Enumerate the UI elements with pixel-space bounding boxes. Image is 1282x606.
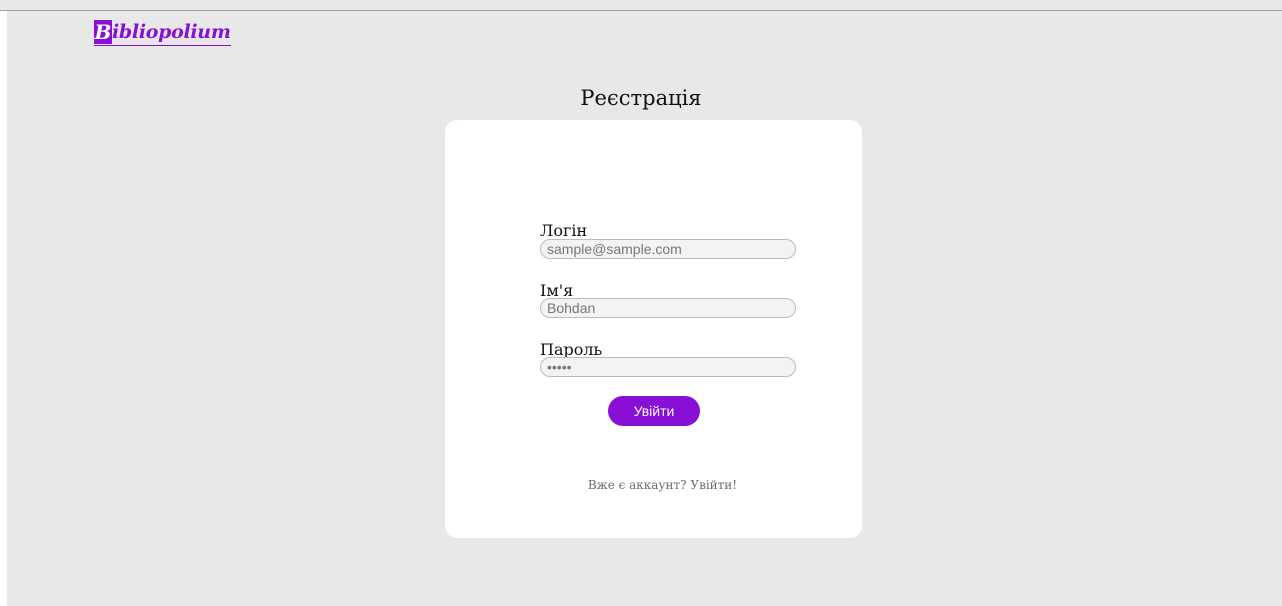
logo-text: ibliopolium — [112, 21, 231, 43]
login-label: Логін — [540, 221, 588, 240]
top-divider — [0, 10, 1282, 11]
name-input[interactable] — [540, 298, 796, 318]
password-input[interactable] — [540, 357, 796, 377]
page-title: Реєстрація — [580, 86, 702, 110]
site-logo[interactable]: B ibliopolium — [94, 20, 231, 46]
login-input[interactable] — [540, 239, 796, 259]
login-link[interactable]: Вже є аккаунт? Увійти! — [445, 478, 862, 492]
logo-mark-icon: B — [94, 20, 112, 44]
registration-card: Логін Ім'я Пароль Увійти Вже є аккаунт? … — [445, 120, 862, 538]
submit-button[interactable]: Увійти — [608, 396, 700, 426]
